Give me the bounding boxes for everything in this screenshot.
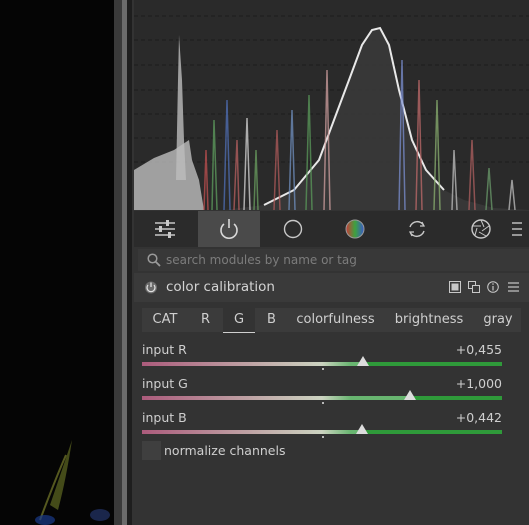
slider-fill: [142, 430, 362, 434]
histogram-graph: [134, 15, 529, 210]
group-correct-button[interactable]: [386, 211, 448, 247]
tab-r[interactable]: R: [188, 308, 223, 332]
module-header[interactable]: color calibration: [134, 273, 529, 302]
slider-input-g[interactable]: input G +1,000: [142, 376, 502, 406]
slider-track: [142, 430, 502, 434]
slider-default-marker: [322, 436, 324, 438]
instances-icon[interactable]: [468, 281, 480, 293]
tab-g[interactable]: G: [223, 308, 255, 333]
slider-input-r[interactable]: input R +0,455: [142, 342, 502, 372]
slider-label: input G: [142, 376, 188, 391]
tab-gray[interactable]: gray: [475, 308, 521, 332]
image-viewport[interactable]: [0, 0, 114, 525]
power-icon: [220, 219, 238, 239]
module-title: color calibration: [166, 279, 275, 295]
color-wheel-icon: [345, 219, 365, 239]
reset-icon[interactable]: [487, 281, 499, 293]
slider-fill: [142, 396, 411, 400]
tab-colorfulness[interactable]: colorfulness: [288, 308, 383, 332]
module-search: [138, 249, 529, 271]
slider-label: input R: [142, 342, 187, 357]
group-effect-button[interactable]: [450, 211, 512, 247]
normalize-checkbox[interactable]: [142, 441, 161, 460]
slider-fill: [142, 362, 364, 366]
tab-b[interactable]: B: [255, 308, 288, 332]
group-base-button[interactable]: [262, 211, 324, 247]
module-tabs: CAT R G B colorfulness brightness gray: [142, 308, 529, 334]
slider-handle[interactable]: [404, 390, 417, 400]
search-input[interactable]: [166, 249, 506, 271]
slider-handle[interactable]: [357, 356, 370, 366]
aperture-icon: [471, 219, 491, 239]
slider-value: +0,455: [455, 342, 502, 357]
group-menu-button[interactable]: [512, 211, 529, 247]
slider-track: [142, 362, 502, 366]
power-icon[interactable]: [144, 280, 158, 294]
search-icon: [147, 253, 161, 267]
group-sliders-button[interactable]: [134, 211, 196, 247]
group-color-button[interactable]: [324, 211, 386, 247]
slider-handle[interactable]: [355, 424, 368, 434]
slider-input-b[interactable]: input B +0,442: [142, 410, 502, 440]
slider-label: input B: [142, 410, 187, 425]
slider-default-marker: [322, 368, 324, 370]
slider-value: +1,000: [455, 376, 502, 391]
normalize-label: normalize channels: [164, 443, 286, 458]
histogram[interactable]: [134, 0, 529, 210]
slider-default-marker: [322, 402, 324, 404]
tab-cat[interactable]: CAT: [142, 308, 188, 332]
rotate-icon: [409, 220, 425, 238]
circle-icon: [283, 219, 303, 239]
normalize-channels-toggle[interactable]: normalize channels: [142, 440, 342, 462]
group-active-button[interactable]: [198, 211, 260, 247]
viewport-border: [114, 0, 122, 525]
menu-icon: [512, 222, 522, 236]
module-group-bar: [134, 211, 529, 247]
presets-menu-icon[interactable]: [508, 281, 519, 293]
tab-brightness[interactable]: brightness: [383, 308, 475, 332]
slider-track: [142, 396, 502, 400]
slider-value: +0,442: [455, 410, 502, 425]
mask-icon[interactable]: [449, 281, 461, 293]
image-preview: [35, 440, 110, 525]
sliders-icon: [155, 220, 175, 238]
